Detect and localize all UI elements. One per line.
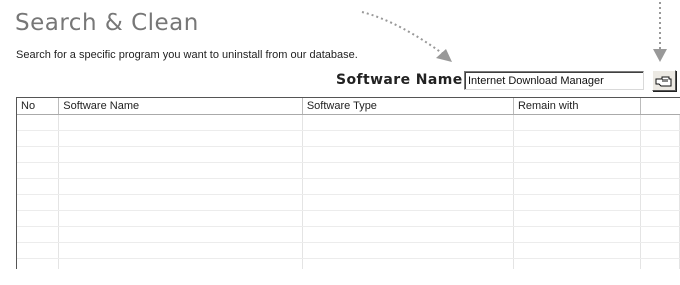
table-row[interactable] [17, 179, 680, 195]
table-cell [641, 179, 680, 194]
table-cell [514, 227, 641, 242]
software-name-input[interactable] [464, 71, 644, 90]
table-cell [641, 195, 680, 210]
table-cell [17, 163, 60, 178]
table-cell [303, 243, 514, 258]
annotation-arrow-to-input [361, 11, 452, 62]
column-header-software-type[interactable]: Software Type [303, 98, 514, 114]
pointing-hand-icon [655, 76, 672, 86]
table-row[interactable] [17, 211, 680, 227]
table-row[interactable] [17, 195, 680, 211]
table-cell [17, 147, 60, 162]
table-cell [514, 163, 641, 178]
table-cell [514, 211, 641, 226]
table-row[interactable] [17, 259, 680, 269]
table-cell [641, 147, 680, 162]
annotation-arrow-to-button [653, 2, 667, 62]
column-header-extra[interactable] [641, 98, 680, 114]
table-cell [59, 179, 303, 194]
table-cell [59, 243, 303, 258]
table-cell [17, 211, 60, 226]
table-cell [59, 131, 303, 146]
search-button[interactable] [652, 70, 676, 91]
table-cell [17, 115, 60, 130]
table-cell [514, 179, 641, 194]
table-cell [303, 179, 514, 194]
table-cell [303, 131, 514, 146]
table-cell [303, 195, 514, 210]
table-row[interactable] [17, 147, 680, 163]
table-cell [641, 211, 680, 226]
table-cell [514, 131, 641, 146]
table-row[interactable] [17, 227, 680, 243]
table-cell [303, 211, 514, 226]
table-cell [17, 243, 60, 258]
page-description: Search for a specific program you want t… [16, 49, 358, 61]
table-cell [59, 195, 303, 210]
table-cell [514, 147, 641, 162]
table-row[interactable] [17, 243, 680, 259]
table-cell [641, 131, 680, 146]
table-cell [303, 227, 514, 242]
results-table[interactable]: No Software Name Software Type Remain wi… [16, 97, 680, 269]
table-cell [641, 163, 680, 178]
table-cell [641, 259, 680, 269]
table-cell [641, 227, 680, 242]
table-cell [514, 195, 641, 210]
table-cell [303, 147, 514, 162]
table-row[interactable] [17, 163, 680, 179]
table-cell [17, 227, 60, 242]
table-cell [303, 115, 514, 130]
table-cell [514, 243, 641, 258]
column-header-software-name[interactable]: Software Name [59, 98, 303, 114]
table-cell [514, 259, 641, 269]
table-cell [17, 195, 60, 210]
column-header-no[interactable]: No [17, 98, 60, 114]
page-title: Search & Clean [15, 10, 199, 36]
table-cell [17, 259, 60, 269]
table-cell [59, 211, 303, 226]
table-cell [59, 163, 303, 178]
table-row[interactable] [17, 131, 680, 147]
table-cell [59, 147, 303, 162]
software-name-label: Software Name: [336, 72, 469, 88]
table-row[interactable] [17, 115, 680, 131]
table-cell [59, 227, 303, 242]
table-cell [59, 259, 303, 269]
table-cell [303, 163, 514, 178]
table-cell [641, 243, 680, 258]
table-cell [17, 131, 60, 146]
table-body [17, 115, 680, 269]
table-header: No Software Name Software Type Remain wi… [17, 98, 680, 115]
table-cell [514, 115, 641, 130]
table-cell [303, 259, 514, 269]
column-header-remain-with[interactable]: Remain with [514, 98, 641, 114]
table-cell [17, 179, 60, 194]
table-cell [641, 115, 680, 130]
table-cell [59, 115, 303, 130]
